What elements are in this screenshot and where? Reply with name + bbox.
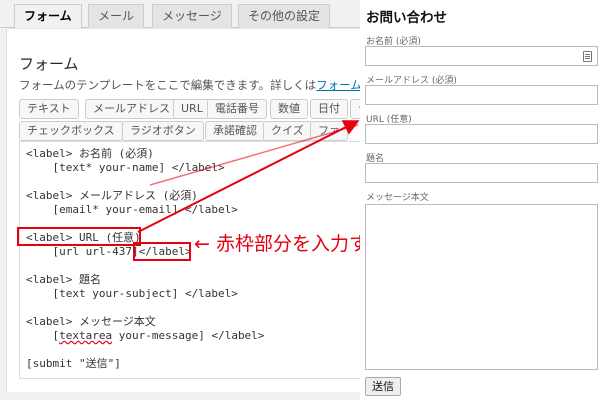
tag-button-date[interactable]: 日付 bbox=[310, 99, 348, 119]
preview-email-input[interactable] bbox=[365, 85, 598, 105]
code-message-field-open: [ bbox=[26, 329, 60, 342]
code-message-label: <label> メッセージ本文 bbox=[26, 315, 156, 328]
panel-title: フォーム bbox=[19, 55, 79, 73]
preview-name-input[interactable] bbox=[365, 46, 598, 66]
tab-form[interactable]: フォーム bbox=[14, 4, 82, 29]
code-subject-label: <label> 題名 bbox=[26, 273, 101, 286]
code-email-field: [email* your-email] </label> bbox=[26, 203, 238, 216]
code-message-field-rest: your-message] </label> bbox=[112, 329, 265, 342]
tag-button-file[interactable]: ファ bbox=[310, 121, 348, 141]
preview-message-textarea[interactable] bbox=[365, 204, 598, 370]
left-bottom-edge bbox=[0, 392, 360, 400]
tag-button-radio[interactable]: ラジオボタン bbox=[122, 121, 204, 141]
preview-title: お問い合わせ bbox=[366, 10, 447, 26]
editor-tabs: フォーム メール メッセージ その他の設定 bbox=[0, 0, 360, 29]
code-submit: [submit "送信"] bbox=[26, 357, 121, 370]
annotation-text: ← 赤枠部分を入力する bbox=[194, 229, 387, 256]
tag-button-email[interactable]: メールアドレス bbox=[85, 99, 178, 119]
docs-link[interactable]: フォームの bbox=[316, 78, 360, 92]
tag-button-acceptance[interactable]: 承諾確認 bbox=[205, 121, 265, 141]
panel-description-text: フォームのテンプレートをここで編集できます。詳しくは bbox=[19, 78, 317, 92]
form-editor: フォーム メール メッセージ その他の設定 フォーム フォームのテンプレートをこ… bbox=[0, 0, 360, 400]
code-message-field: [textarea your-message] </label> bbox=[26, 329, 264, 343]
code-name-label: <label> お名前 (必須) bbox=[26, 147, 154, 160]
tag-button-tel[interactable]: 電話番号 bbox=[207, 99, 267, 119]
code-url-field-tag: [url url-437] bbox=[26, 245, 139, 258]
contact-card-icon bbox=[583, 51, 592, 62]
highlight-url-close bbox=[133, 242, 191, 261]
form-preview: お問い合わせ お名前 (必須) メールアドレス (必須) URL (任意) 題名… bbox=[360, 0, 600, 400]
code-email-label: <label> メールアドレス (必須) bbox=[26, 189, 198, 202]
tab-additional-settings[interactable]: その他の設定 bbox=[238, 4, 331, 28]
preview-subject-input[interactable] bbox=[365, 163, 598, 183]
preview-submit-button[interactable]: 送信 bbox=[365, 377, 401, 396]
form-panel: フォーム フォームのテンプレートをここで編集できます。詳しくはフォームの テキス… bbox=[6, 28, 360, 400]
tag-button-quiz[interactable]: クイズ bbox=[263, 121, 312, 141]
tag-button-text[interactable]: テキスト bbox=[19, 99, 79, 119]
tag-button-checkbox[interactable]: チェックボックス bbox=[19, 121, 123, 141]
tag-button-textarea[interactable]: テ bbox=[350, 99, 360, 119]
tab-messages[interactable]: メッセージ bbox=[152, 4, 232, 28]
highlight-url-label bbox=[17, 227, 141, 246]
code-message-field-textarea: textarea bbox=[59, 329, 113, 342]
panel-description: フォームのテンプレートをここで編集できます。詳しくはフォームの bbox=[19, 77, 360, 93]
tag-button-number[interactable]: 数値 bbox=[270, 99, 308, 119]
preview-message-label: メッセージ本文 bbox=[366, 193, 429, 203]
code-subject-field: [text your-subject] </label> bbox=[26, 287, 238, 300]
preview-url-input[interactable] bbox=[365, 124, 598, 144]
code-name-field: [text* your-name] </label> bbox=[26, 161, 225, 174]
tag-button-url[interactable]: URL bbox=[173, 99, 211, 119]
tab-mail[interactable]: メール bbox=[88, 4, 145, 28]
